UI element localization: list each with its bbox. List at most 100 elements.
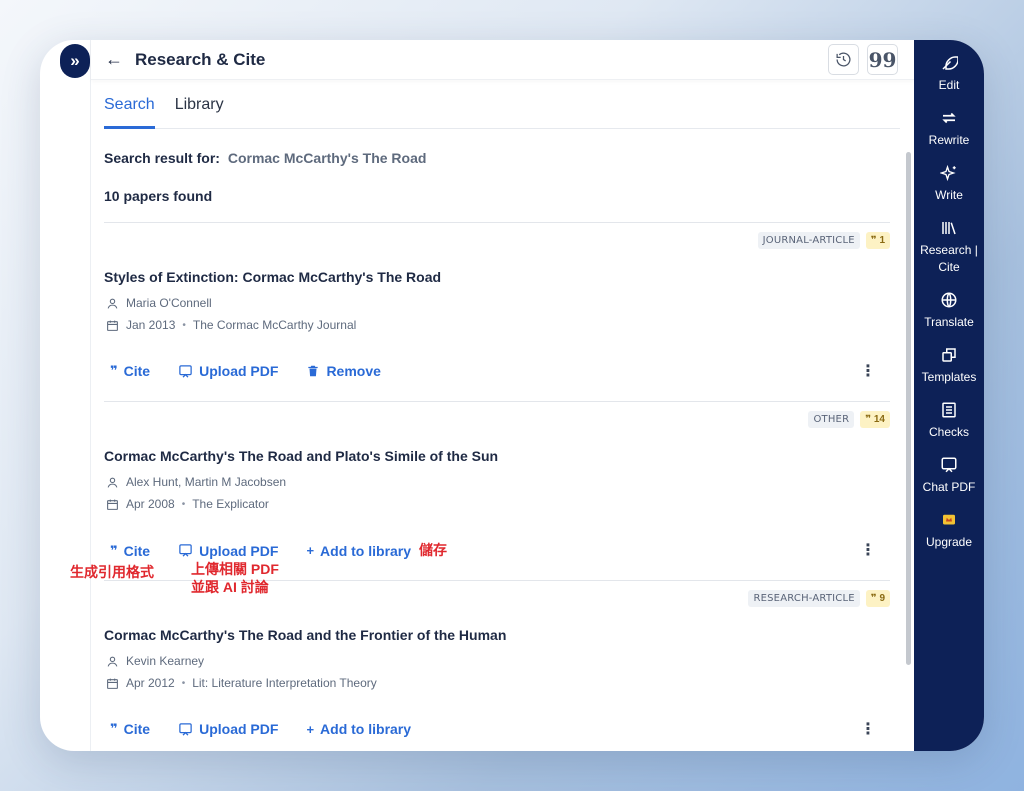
globe-icon: [941, 292, 957, 308]
books-icon: [942, 222, 956, 235]
paper-title[interactable]: Cormac McCarthy's The Road and the Front…: [104, 627, 506, 643]
remove-button[interactable]: Remove: [306, 363, 381, 379]
paper-authors: Kevin Kearney: [126, 654, 205, 668]
trash-icon: [308, 365, 319, 377]
paper-venue: Lit: Literature Interpretation Theory: [192, 676, 377, 690]
history-icon: [836, 52, 851, 67]
paper-meta-row: Apr 2008 • The Explicator: [106, 497, 269, 511]
quote-icon: ❞: [110, 721, 118, 736]
sidebar-item-translate[interactable]: Translate: [914, 291, 984, 331]
more-options-icon[interactable]: ⋮: [860, 361, 876, 381]
scrollbar[interactable]: [906, 152, 911, 665]
quote-icon: ❞: [110, 542, 118, 558]
paper-type-badge: RESEARCH-ARTICLE: [748, 590, 860, 607]
cite-button[interactable]: ❞ Cite: [110, 363, 150, 379]
sidebar-item-rewrite[interactable]: Rewrite: [914, 109, 984, 149]
person-icon: [107, 477, 118, 488]
add-to-library-button[interactable]: + Add to library: [306, 721, 411, 737]
paper-card: JOURNAL-ARTICLE ❞ 1 Styles of Extinction…: [104, 222, 890, 401]
upload-pdf-button[interactable]: Upload PDF: [178, 363, 278, 379]
paper-meta-row: Apr 2012 • Lit: Literature Interpretatio…: [106, 676, 377, 690]
paper-title[interactable]: Cormac McCarthy's The Road and Plato's S…: [104, 448, 498, 464]
paper-authors: Alex Hunt, Martin M Jacobsen: [126, 475, 287, 489]
paper-date: Apr 2008: [126, 497, 175, 511]
app-window: » ← Research & Cite 99 Search Library Se…: [40, 40, 984, 751]
paper-type-badge: OTHER: [808, 411, 855, 428]
sidebar-item-upgrade[interactable]: Upgrade: [914, 511, 984, 551]
papers-count: 10 papers found: [104, 188, 213, 204]
feather-icon: [942, 56, 958, 70]
tab-bar: Search Library: [104, 92, 900, 129]
quote-icon: ❞: [110, 363, 118, 378]
sidebar-item-templates[interactable]: Templates: [914, 346, 984, 386]
separator-dot: •: [182, 319, 186, 331]
quote-icon: 99: [868, 47, 897, 72]
sidebar-item-chat-pdf[interactable]: Chat PDF: [914, 456, 984, 496]
crown-icon: [943, 514, 955, 525]
annotation-cite: 生成引用格式: [70, 564, 154, 580]
expand-sidebar-icon[interactable]: »: [60, 44, 90, 78]
paper-date: Jan 2013: [126, 318, 176, 332]
arrow-left-icon[interactable]: ←: [105, 49, 123, 70]
paper-title[interactable]: Styles of Extinction: Cormac McCarthy's …: [104, 269, 441, 285]
tab-library[interactable]: Library: [175, 92, 224, 129]
copy-icon: [942, 348, 956, 362]
calendar-icon: [107, 499, 118, 510]
paper-type-badge: JOURNAL-ARTICLE: [757, 232, 860, 249]
separator-dot: •: [181, 677, 186, 689]
citation-count: 9: [879, 593, 885, 604]
citation-count-badge: ❞ 1: [865, 232, 890, 249]
panel-header: ← Research & Cite 99: [91, 40, 914, 80]
tab-search[interactable]: Search: [104, 92, 155, 129]
annotation-save: 儲存: [419, 542, 448, 558]
citation-count: 14: [873, 414, 885, 425]
paper-authors-row: Kevin Kearney: [106, 654, 204, 668]
sidebar-item-edit[interactable]: Edit: [914, 54, 984, 94]
paper-card: OTHER ❞ 14 Cormac McCarthy's The Road an…: [104, 401, 890, 580]
paper-authors: Maria O'Connell: [126, 296, 212, 310]
sidebar-item-research-cite[interactable]: Research | Cite: [914, 219, 984, 276]
paper-venue: The Cormac McCarthy Journal: [192, 318, 357, 332]
upload-pdf-button[interactable]: Upload PDF: [178, 721, 278, 737]
search-summary: Search result for: Cormac McCarthy's The…: [104, 150, 890, 204]
upload-pdf-button[interactable]: Upload PDF: [178, 543, 278, 559]
chat-icon: [941, 457, 957, 473]
chat-upload-icon: [179, 544, 192, 557]
separator-dot: •: [181, 498, 186, 510]
chat-upload-icon: [179, 364, 192, 378]
chat-upload-icon: [179, 722, 192, 736]
left-divider: [90, 40, 91, 751]
calendar-icon: [107, 678, 118, 689]
calendar-icon: [107, 320, 118, 331]
more-options-icon[interactable]: ⋮: [860, 719, 876, 739]
citations-button[interactable]: 99: [867, 44, 898, 75]
repeat-icon: [942, 112, 956, 124]
paper-meta-row: Jan 2013 • The Cormac McCarthy Journal: [106, 318, 356, 332]
annotation-upload-2: 並跟 AI 討論: [191, 579, 269, 595]
search-query: Cormac McCarthy's The Road: [227, 150, 427, 166]
cite-button[interactable]: ❞ Cite: [110, 543, 150, 559]
plus-icon: +: [306, 543, 315, 558]
citation-count-badge: ❞ 14: [860, 411, 890, 428]
sparkles-icon: [940, 164, 956, 182]
paper-venue: The Explicator: [192, 497, 269, 511]
person-icon: [107, 298, 118, 309]
cite-button[interactable]: ❞ Cite: [110, 721, 150, 737]
search-result-label: Search result for:: [104, 150, 220, 166]
paper-card: RESEARCH-ARTICLE ❞ 9 Cormac McCarthy's T…: [104, 580, 890, 751]
search-result-line: Search result for: Cormac McCarthy's The…: [104, 150, 890, 166]
sidebar-item-write[interactable]: Write: [914, 164, 984, 204]
person-icon: [107, 656, 118, 667]
more-options-icon[interactable]: ⋮: [860, 540, 876, 560]
add-to-library-button[interactable]: + Add to library: [306, 543, 411, 559]
page-title: Research & Cite: [135, 49, 266, 69]
paper-authors-row: Maria O'Connell: [106, 296, 212, 310]
citation-count: 1: [879, 235, 885, 246]
history-button[interactable]: [828, 44, 859, 75]
plus-icon: +: [306, 721, 315, 737]
annotation-upload-1: 上傳相關 PDF: [191, 561, 279, 577]
paper-authors-row: Alex Hunt, Martin M Jacobsen: [106, 475, 286, 489]
sidebar-item-checks[interactable]: Checks: [914, 401, 984, 441]
paper-date: Apr 2012: [126, 676, 175, 690]
citation-count-badge: ❞ 9: [865, 590, 890, 607]
